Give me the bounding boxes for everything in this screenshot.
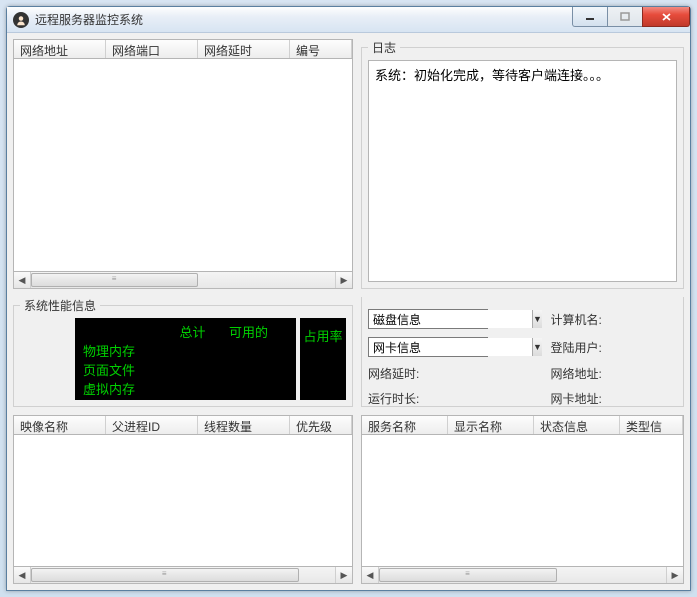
- perf-row-virtual: 虚拟内存: [83, 379, 163, 398]
- scroll-right-icon[interactable]: ▶: [335, 272, 352, 288]
- col-priority[interactable]: 优先级: [290, 416, 352, 434]
- services-header[interactable]: 服务名称 显示名称 状态信息 类型信: [361, 415, 684, 435]
- minimize-button[interactable]: [572, 7, 608, 27]
- performance-panel: 系统性能信息 总计 可用的 物理内存 页面文件 虚拟内存 占用率: [13, 297, 353, 407]
- scroll-left-icon[interactable]: ◀: [362, 567, 379, 583]
- col-net-delay[interactable]: 网络延时: [198, 40, 290, 58]
- disk-combo[interactable]: ▼: [368, 309, 488, 329]
- scroll-track[interactable]: ≡: [379, 567, 666, 583]
- scroll-track[interactable]: ≡: [31, 567, 335, 583]
- services-hscroll[interactable]: ◀ ≡ ▶: [361, 567, 684, 584]
- col-thread-count[interactable]: 线程数量: [198, 416, 290, 434]
- client-area: 网络地址 网络端口 网络延时 编号 ◀ ≡ ▶: [7, 33, 690, 590]
- minimize-icon: [585, 13, 595, 21]
- scroll-track[interactable]: ≡: [31, 272, 335, 288]
- col-parent-pid[interactable]: 父进程ID: [106, 416, 198, 434]
- perf-header-rate: 占用率: [303, 326, 342, 345]
- processes-body[interactable]: [13, 435, 353, 567]
- app-icon: [13, 12, 29, 28]
- maximize-button: [607, 7, 643, 27]
- connections-hscroll[interactable]: ◀ ≡ ▶: [13, 272, 353, 289]
- processes-hscroll[interactable]: ◀ ≡ ▶: [13, 567, 353, 584]
- connections-panel: 网络地址 网络端口 网络延时 编号 ◀ ≡ ▶: [13, 39, 353, 289]
- services-body[interactable]: [361, 435, 684, 567]
- log-line: 系统：初始化完成，等待客户端连接。。。: [375, 65, 670, 84]
- perf-header-total: 总计: [163, 322, 226, 341]
- disk-combo-input[interactable]: [369, 310, 532, 328]
- perf-table: 总计 可用的 物理内存 页面文件 虚拟内存: [75, 318, 296, 400]
- col-type[interactable]: 类型信: [620, 416, 683, 434]
- connections-header[interactable]: 网络地址 网络端口 网络延时 编号: [13, 39, 353, 59]
- col-net-port[interactable]: 网络端口: [106, 40, 198, 58]
- maximize-icon: [620, 12, 630, 21]
- col-id[interactable]: 编号: [290, 40, 352, 58]
- label-netdelay: 网络延时:: [368, 365, 488, 382]
- perf-row-physical: 物理内存: [83, 341, 163, 360]
- label-uptime: 运行时长:: [368, 390, 488, 407]
- window-controls: [573, 7, 690, 27]
- scroll-right-icon[interactable]: ▶: [666, 567, 683, 583]
- nic-combo[interactable]: ▼: [368, 337, 488, 357]
- scroll-thumb[interactable]: ≡: [31, 568, 299, 582]
- processes-header[interactable]: 映像名称 父进程ID 线程数量 优先级: [13, 415, 353, 435]
- scroll-thumb[interactable]: ≡: [31, 273, 198, 287]
- log-legend: 日志: [368, 39, 400, 56]
- window-title: 远程服务器监控系统: [35, 11, 143, 28]
- titlebar[interactable]: 远程服务器监控系统: [7, 7, 690, 33]
- log-panel: 日志 系统：初始化完成，等待客户端连接。。。: [361, 39, 684, 289]
- processes-panel: 映像名称 父进程ID 线程数量 优先级 ◀ ≡ ▶: [13, 415, 353, 584]
- col-display-name[interactable]: 显示名称: [448, 416, 534, 434]
- perf-header-available: 可用的: [226, 322, 289, 341]
- services-panel: 服务名称 显示名称 状态信息 类型信 ◀ ≡ ▶: [361, 415, 684, 584]
- scroll-right-icon[interactable]: ▶: [335, 567, 352, 583]
- chevron-down-icon[interactable]: ▼: [532, 310, 542, 328]
- col-status[interactable]: 状态信息: [534, 416, 620, 434]
- app-window: 远程服务器监控系统 网络地址 网络端口 网络延时 编号: [6, 6, 691, 591]
- performance-legend: 系统性能信息: [20, 297, 100, 314]
- scroll-thumb[interactable]: ≡: [379, 568, 557, 582]
- perf-spacer: [20, 318, 75, 400]
- nic-combo-input[interactable]: [369, 338, 532, 356]
- label-nicaddr: 网卡地址:: [551, 390, 621, 407]
- chevron-down-icon[interactable]: ▼: [532, 338, 542, 356]
- label-computer: 计算机名:: [551, 311, 621, 328]
- connections-body[interactable]: [13, 59, 353, 272]
- perf-row-pagefile: 页面文件: [83, 360, 163, 379]
- col-service-name[interactable]: 服务名称: [362, 416, 448, 434]
- col-net-address[interactable]: 网络地址: [14, 40, 106, 58]
- col-image-name[interactable]: 映像名称: [14, 416, 106, 434]
- scroll-left-icon[interactable]: ◀: [14, 567, 31, 583]
- close-button[interactable]: [642, 7, 690, 27]
- close-icon: [661, 12, 672, 22]
- label-netaddr: 网络地址:: [551, 365, 621, 382]
- info-panel: ▼ 计算机名: ▼ 登陆用户: 网络延时: 网络地址: 运行时长: 网卡地址: [361, 297, 684, 407]
- log-textarea[interactable]: 系统：初始化完成，等待客户端连接。。。: [368, 60, 677, 282]
- label-user: 登陆用户:: [551, 339, 621, 356]
- scroll-left-icon[interactable]: ◀: [14, 272, 31, 288]
- perf-rate-column: 占用率: [296, 318, 346, 400]
